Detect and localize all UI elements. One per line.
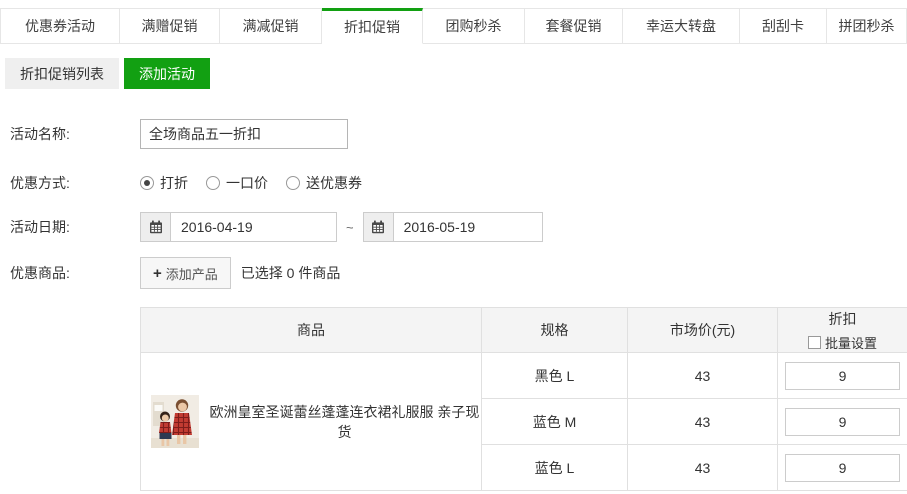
calendar-icon[interactable] (141, 213, 171, 241)
discount-method-row: 优惠方式: 打折 一口价 送优惠券 (0, 173, 907, 193)
tab-full-reduction-promo[interactable]: 满减促销 (220, 8, 322, 44)
date-range-separator: ~ (346, 220, 354, 235)
activity-date-label: 活动日期: (0, 217, 140, 237)
date-end-field[interactable]: 2016-05-19 (363, 212, 543, 242)
tab-full-gift-promo[interactable]: 满赠促销 (120, 8, 220, 44)
date-start-value[interactable]: 2016-04-19 (171, 213, 263, 241)
radio-option-dazhe[interactable]: 打折 (140, 173, 188, 193)
tab-group-seckill[interactable]: 团购秒杀 (423, 8, 525, 44)
tab-package-promo[interactable]: 套餐促销 (525, 8, 623, 44)
activity-name-input[interactable] (140, 119, 348, 149)
plus-icon: + (153, 265, 162, 282)
activity-name-row: 活动名称: (0, 119, 907, 149)
discount-method-label: 优惠方式: (0, 173, 140, 193)
discount-input[interactable] (785, 408, 900, 436)
discount-input[interactable] (785, 362, 900, 390)
tab-coupon-activity[interactable]: 优惠券活动 (0, 8, 120, 44)
price-cell: 43 (628, 353, 778, 399)
product-cell: 欧洲皇室圣诞蕾丝蓬蓬连衣裙礼服服 亲子现货 (141, 353, 482, 491)
col-header-product: 商品 (141, 308, 482, 353)
discount-cell (778, 399, 907, 445)
radio-icon-give-coupon[interactable] (286, 176, 300, 190)
price-cell: 43 (628, 445, 778, 491)
discount-input[interactable] (785, 454, 900, 482)
discount-cell (778, 353, 907, 399)
add-activity-form: 活动名称: 优惠方式: 打折 一口价 送优惠券 活动日期: (0, 119, 907, 491)
date-start-field[interactable]: 2016-04-19 (140, 212, 337, 242)
discount-cell (778, 445, 907, 491)
selected-count-text: 已选择 0 件商品 (241, 263, 341, 283)
table-header-row: 商品 规格 市场价(元) 折扣 批量设置 (141, 308, 907, 353)
spec-cell: 蓝色 M (482, 399, 628, 445)
add-product-button-label: 添加产品 (166, 264, 218, 283)
tab-lucky-wheel[interactable]: 幸运大转盘 (623, 8, 740, 44)
radio-icon-dazhe[interactable] (140, 176, 154, 190)
discount-method-options: 打折 一口价 送优惠券 (140, 173, 362, 193)
discount-products-label: 优惠商品: (0, 263, 140, 283)
product-title: 欧洲皇室圣诞蕾丝蓬蓬连衣裙礼服服 亲子现货 (208, 402, 481, 442)
radio-option-give-coupon[interactable]: 送优惠券 (286, 173, 362, 193)
col-header-price: 市场价(元) (628, 308, 778, 353)
discount-products-table: 商品 规格 市场价(元) 折扣 批量设置 (140, 307, 907, 491)
radio-label-dazhe: 打折 (160, 173, 188, 193)
tab-discount-promo[interactable]: 折扣促销 (322, 8, 423, 44)
batch-set-checkbox[interactable] (808, 336, 821, 349)
radio-label-give-coupon: 送优惠券 (306, 173, 362, 193)
add-product-button[interactable]: + 添加产品 (140, 257, 231, 289)
activity-name-label: 活动名称: (0, 124, 140, 144)
subtab-discount-list[interactable]: 折扣促销列表 (5, 58, 119, 89)
subtab-add-activity[interactable]: 添加活动 (124, 58, 210, 89)
batch-set-label: 批量设置 (825, 333, 877, 352)
tab-scratch-card[interactable]: 刮刮卡 (740, 8, 827, 44)
price-cell: 43 (628, 399, 778, 445)
calendar-icon[interactable] (364, 213, 394, 241)
discount-products-row: 优惠商品: + 添加产品 已选择 0 件商品 (0, 257, 907, 289)
tab-pintuan-seckill[interactable]: 拼团秒杀 (827, 8, 907, 44)
radio-label-fixed-price: 一口价 (226, 173, 268, 193)
radio-icon-fixed-price[interactable] (206, 176, 220, 190)
spec-cell: 黑色 L (482, 353, 628, 399)
promotion-tabbar: 优惠券活动 满赠促销 满减促销 折扣促销 团购秒杀 套餐促销 幸运大转盘 刮刮卡… (0, 8, 907, 44)
date-end-value[interactable]: 2016-05-19 (394, 213, 486, 241)
table-row: 欧洲皇室圣诞蕾丝蓬蓬连衣裙礼服服 亲子现货 黑色 L 43 (141, 353, 907, 399)
radio-option-fixed-price[interactable]: 一口价 (206, 173, 268, 193)
col-header-spec: 规格 (482, 308, 628, 353)
discount-subtabs: 折扣促销列表 添加活动 (5, 58, 907, 89)
col-header-discount: 折扣 批量设置 (778, 308, 907, 353)
product-image (151, 395, 199, 448)
discount-header-label: 折扣 (829, 309, 857, 329)
spec-cell: 蓝色 L (482, 445, 628, 491)
activity-date-row: 活动日期: 2016-04-19 ~ (0, 212, 907, 242)
